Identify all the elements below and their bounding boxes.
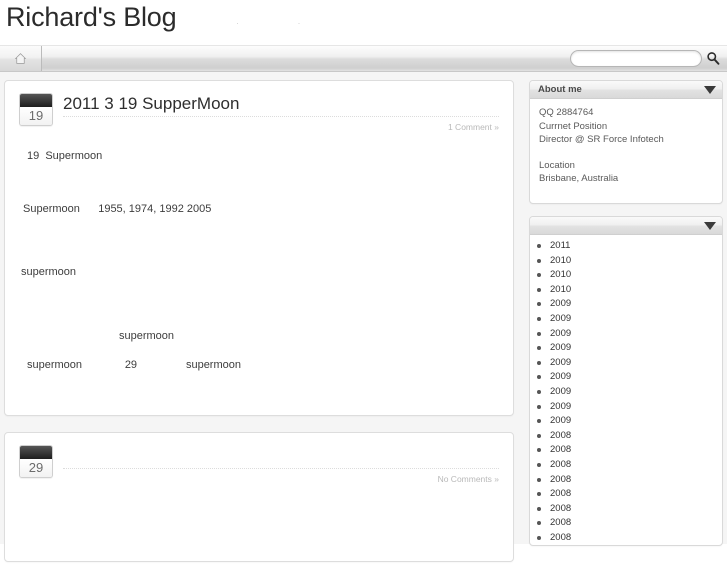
list-item[interactable]: 2008 xyxy=(530,502,722,517)
post-body: 19 Supermoon Supermoon 1955, 1974, 1992 … xyxy=(19,148,499,374)
list-item[interactable]: 2009 xyxy=(530,385,722,400)
about-line: Location xyxy=(539,159,575,171)
site-subtitle: · · xyxy=(236,18,329,28)
post-comment-count[interactable]: No Comments » xyxy=(63,474,499,484)
chevron-down-icon[interactable] xyxy=(704,85,716,94)
list-item[interactable]: 2008 xyxy=(530,429,722,444)
site-header: Richard's Blog · · xyxy=(0,0,727,45)
sidebar: About me QQ 2884764 Currnet Position Dir… xyxy=(529,80,723,558)
list-item[interactable]: 2008 xyxy=(530,458,722,473)
list-item[interactable]: 2009 xyxy=(530,356,722,371)
search-input[interactable] xyxy=(570,49,702,67)
site-title: Richard's Blog xyxy=(6,2,177,32)
post-head-right: 2011 3 19 SupperMoon 1 Comment » xyxy=(63,93,499,132)
list-item[interactable]: 2010 xyxy=(530,283,722,298)
post-body-line: supermoon 29 supermoon xyxy=(27,359,241,371)
search-button[interactable] xyxy=(705,49,721,67)
widget-body: QQ 2884764 Currnet Position Director @ S… xyxy=(530,99,722,203)
widget-header[interactable]: About me xyxy=(530,81,722,99)
blog-post: 29 No Comments » xyxy=(4,432,514,562)
chevron-down-icon[interactable] xyxy=(704,221,716,230)
list-item[interactable]: 2009 xyxy=(530,341,722,356)
calendar-icon-top xyxy=(20,446,52,459)
about-line: QQ 2884764 xyxy=(539,107,594,118)
list-item[interactable]: 2009 xyxy=(530,297,722,312)
calendar-icon: 29 xyxy=(19,445,53,478)
list-item[interactable]: 2008 xyxy=(530,443,722,458)
post-body-line: 19 Supermoon xyxy=(27,150,103,162)
archive-list: 2011 2010 2010 2010 2009 2009 2009 2009 … xyxy=(530,235,722,545)
post-header: 29 No Comments » xyxy=(19,445,499,484)
post-comment-count[interactable]: 1 Comment » xyxy=(63,122,499,132)
widget-header[interactable] xyxy=(530,217,722,235)
sidebar-widget-about-me: About me QQ 2884764 Currnet Position Dir… xyxy=(529,80,723,204)
post-body-line: supermoon xyxy=(119,330,175,342)
list-item[interactable]: 2009 xyxy=(530,312,722,327)
post-title[interactable] xyxy=(63,446,499,469)
list-item[interactable]: 2009 xyxy=(530,414,722,429)
list-item[interactable]: 2009 xyxy=(530,370,722,385)
nav-home-button[interactable] xyxy=(0,46,42,71)
widget-title: About me xyxy=(538,84,582,95)
blog-post: 19 2011 3 19 SupperMoon 1 Comment » 19 S… xyxy=(4,80,514,416)
about-line: Currnet Position xyxy=(539,120,608,132)
list-item[interactable]: 2010 xyxy=(530,268,722,283)
post-body-line: supermoon xyxy=(21,266,77,278)
about-line: Director @ SR Force Infotech xyxy=(539,134,664,145)
post-head-right: No Comments » xyxy=(63,445,499,484)
post-date-day: 19 xyxy=(20,107,52,125)
list-item[interactable]: 2008 xyxy=(530,473,722,488)
calendar-icon-top xyxy=(20,94,52,107)
list-item[interactable]: 2011 xyxy=(530,239,722,254)
main-content: 19 2011 3 19 SupperMoon 1 Comment » 19 S… xyxy=(4,80,514,578)
post-title[interactable]: 2011 3 19 SupperMoon xyxy=(63,94,499,117)
post-body-line: Supermoon 1955, 1974, 1992 2005 xyxy=(23,203,212,215)
post-header: 19 2011 3 19 SupperMoon 1 Comment » xyxy=(19,93,499,132)
list-item[interactable]: 2008 xyxy=(530,531,722,546)
list-item[interactable]: 2009 xyxy=(530,327,722,342)
home-icon xyxy=(14,53,27,64)
post-date-day: 29 xyxy=(20,459,52,477)
calendar-icon: 19 xyxy=(19,93,53,126)
search-icon xyxy=(707,52,720,65)
list-item[interactable]: 2010 xyxy=(530,254,722,269)
list-item[interactable]: 2008 xyxy=(530,516,722,531)
about-line: Brisbane, Australia xyxy=(539,173,619,184)
navigation-bar xyxy=(0,45,727,72)
sidebar-widget-archives: 2011 2010 2010 2010 2009 2009 2009 2009 … xyxy=(529,216,723,547)
page-body: 19 2011 3 19 SupperMoon 1 Comment » 19 S… xyxy=(0,72,727,562)
list-item[interactable]: 2008 xyxy=(530,487,722,502)
list-item[interactable]: 2009 xyxy=(530,400,722,415)
search-area xyxy=(570,49,721,67)
about-spacer xyxy=(539,147,713,159)
